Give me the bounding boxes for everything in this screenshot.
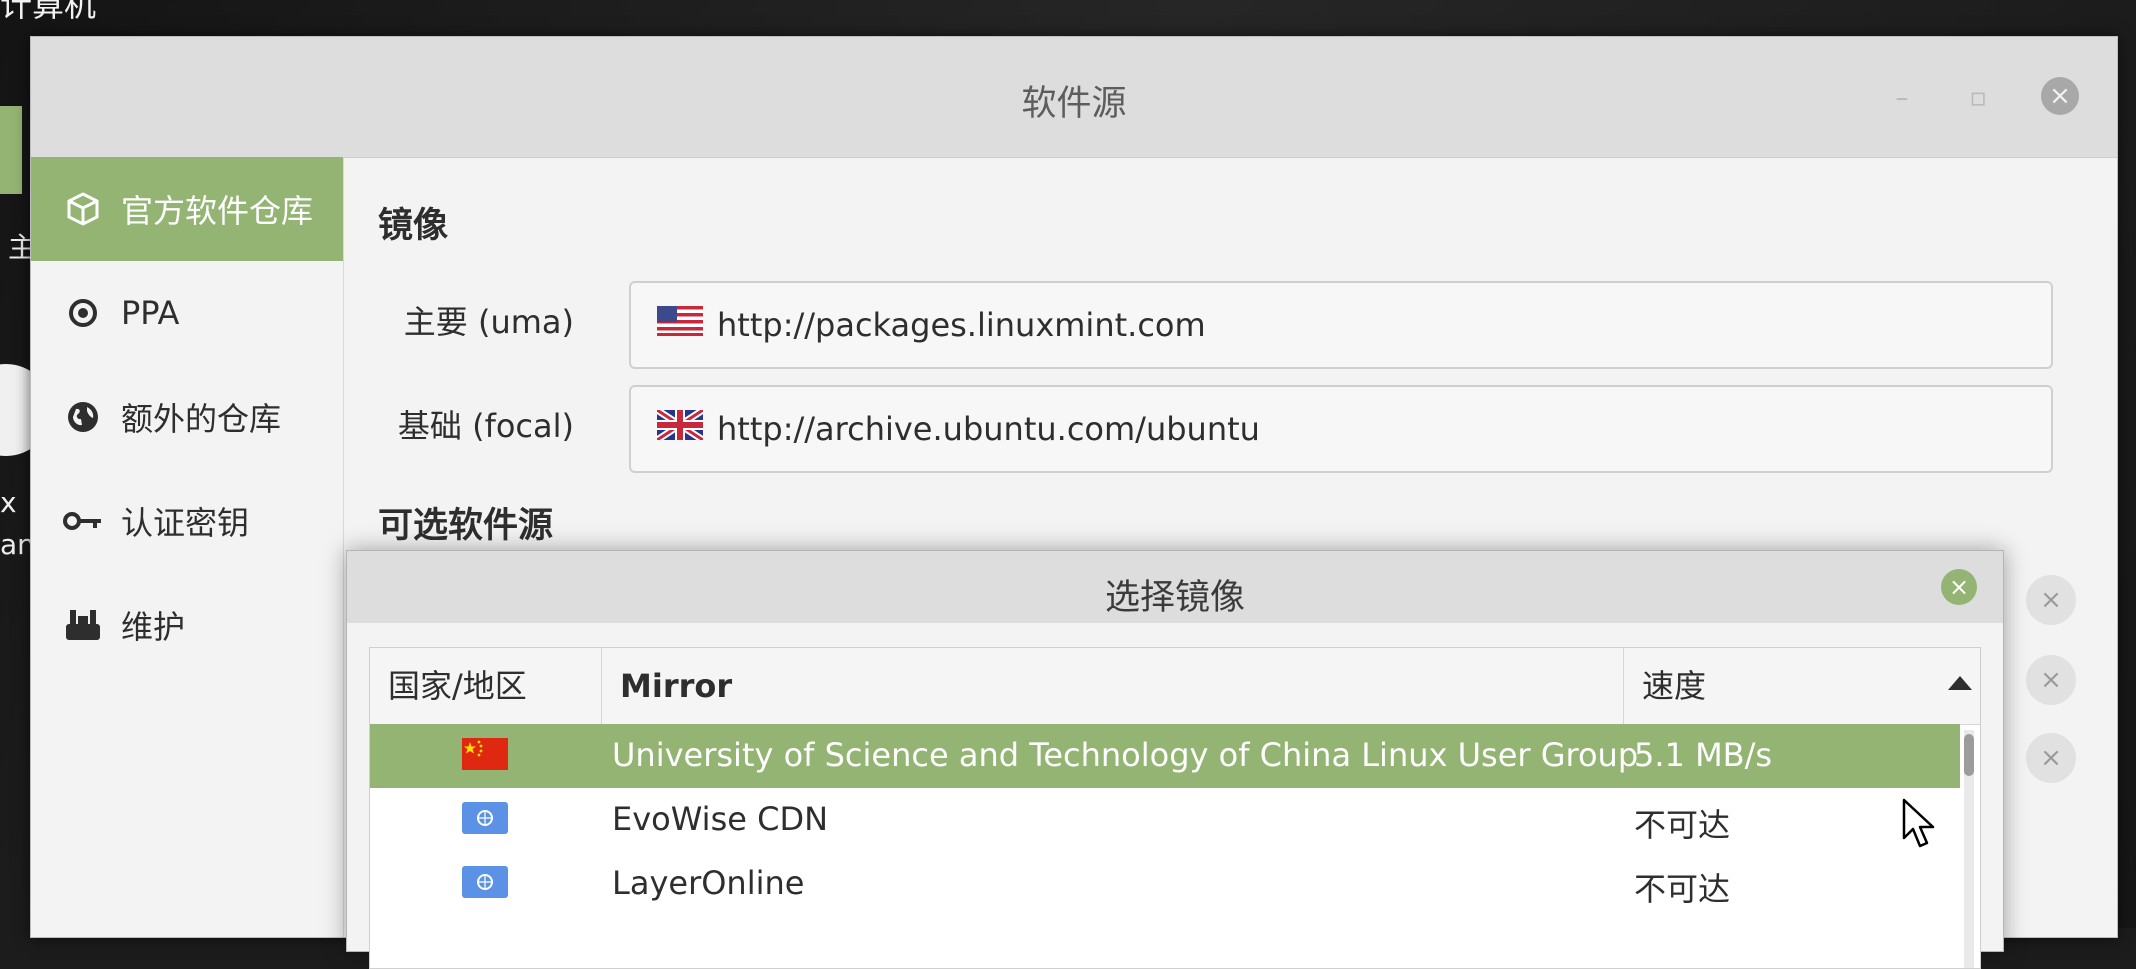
toggle-switch-3[interactable]: × bbox=[2026, 733, 2076, 783]
ppa-icon bbox=[55, 298, 111, 328]
dialog-title: 选择镜像 bbox=[1104, 578, 1245, 618]
us-flag-icon bbox=[657, 306, 703, 344]
table-header: 国家/地区 Mirror 速度 bbox=[370, 648, 1980, 725]
package-icon bbox=[55, 192, 111, 226]
dialog-titlebar[interactable]: 选择镜像 × bbox=[347, 551, 2003, 623]
sidebar-item-maintenance[interactable]: 维护 bbox=[31, 573, 343, 677]
section-title-mirrors: 镜像 bbox=[378, 206, 449, 246]
uk-flag-icon bbox=[655, 407, 705, 448]
maintenance-icon bbox=[55, 608, 111, 642]
mirror-speed: 不可达 bbox=[1634, 806, 1731, 844]
sidebar-item-additional-repos[interactable]: 额外的仓库 bbox=[31, 365, 343, 469]
close-button[interactable]: × bbox=[2041, 77, 2079, 115]
mirror-speed: 不可达 bbox=[1634, 870, 1731, 908]
sidebar-item-label: 官方软件仓库 bbox=[121, 192, 314, 230]
mirror-name: EvoWise CDN bbox=[612, 800, 829, 838]
desktop-icon[interactable] bbox=[0, 106, 22, 194]
un-flag-icon bbox=[462, 802, 508, 842]
mirror-name: University of Science and Technology of … bbox=[612, 736, 1639, 774]
main-mirror-url: http://packages.linuxmint.com bbox=[717, 306, 1206, 344]
sidebar-item-label: 维护 bbox=[121, 608, 186, 646]
sidebar-item-auth-keys[interactable]: 认证密钥 bbox=[31, 469, 343, 573]
maximize-button[interactable]: ▫ bbox=[1961, 81, 1995, 115]
column-header-mirror[interactable]: Mirror bbox=[602, 648, 1624, 724]
section-title-optional: 可选软件源 bbox=[378, 506, 554, 546]
sidebar: 官方软件仓库 PPA 额外的仓库 认证密钥 维护 bbox=[31, 157, 344, 937]
toggle-switch-2[interactable]: × bbox=[2026, 655, 2076, 705]
mouse-cursor-icon bbox=[1902, 798, 1936, 854]
table-row[interactable]: EvoWise CDN 不可达 bbox=[370, 788, 1960, 852]
minimize-button[interactable]: – bbox=[1885, 81, 1919, 115]
scrollbar-thumb[interactable] bbox=[1964, 734, 1974, 776]
key-icon bbox=[55, 509, 111, 533]
mirror-name: LayerOnline bbox=[612, 864, 805, 902]
un-flag-icon bbox=[462, 866, 508, 906]
table-scrollbar[interactable] bbox=[1964, 730, 1974, 968]
column-header-speed[interactable]: 速度 bbox=[1624, 648, 1980, 724]
sidebar-item-label: 额外的仓库 bbox=[121, 400, 282, 438]
column-header-country[interactable]: 国家/地区 bbox=[370, 648, 602, 724]
china-flag-icon bbox=[462, 738, 508, 778]
sidebar-item-label: 认证密钥 bbox=[121, 504, 250, 542]
dialog-close-button[interactable]: × bbox=[1941, 569, 1977, 605]
sidebar-item-label: PPA bbox=[121, 294, 180, 332]
mirror-table: 国家/地区 Mirror 速度 University of Science an… bbox=[369, 647, 1981, 969]
base-mirror-url: http://archive.ubuntu.com/ubuntu bbox=[717, 410, 1260, 448]
toggle-switch-1[interactable]: × bbox=[2026, 575, 2076, 625]
base-mirror-button[interactable]: http://archive.ubuntu.com/ubuntu bbox=[629, 385, 2053, 473]
main-mirror-button[interactable]: http://packages.linuxmint.com bbox=[629, 281, 2053, 369]
base-mirror-label: 基础 (focal) bbox=[397, 407, 574, 445]
sidebar-item-ppa[interactable]: PPA bbox=[31, 261, 343, 365]
mirror-speed: 5.1 MB/s bbox=[1634, 736, 1773, 774]
table-row[interactable]: University of Science and Technology of … bbox=[370, 724, 1960, 788]
table-row[interactable]: LayerOnline 不可达 bbox=[370, 852, 1960, 916]
sidebar-item-official-repos[interactable]: 官方软件仓库 bbox=[31, 157, 343, 261]
desktop-label-computer[interactable]: 计算机 bbox=[0, 0, 96, 26]
window-titlebar[interactable]: 软件源 – ▫ × bbox=[31, 37, 2117, 158]
window-title: 软件源 bbox=[1021, 84, 1127, 124]
sort-ascending-icon bbox=[1948, 676, 1972, 690]
select-mirror-dialog: 选择镜像 × 国家/地区 Mirror 速度 University of Sci… bbox=[346, 550, 2004, 969]
main-mirror-label: 主要 (uma) bbox=[403, 303, 574, 341]
globe-icon bbox=[55, 400, 111, 434]
